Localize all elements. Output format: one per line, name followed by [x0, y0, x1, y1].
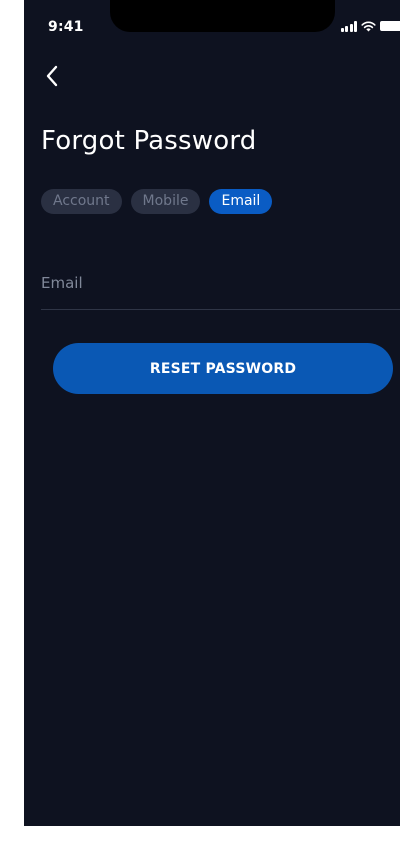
battery-icon [380, 21, 400, 31]
tab-mobile[interactable]: Mobile [130, 189, 201, 214]
status-time: 9:41 [48, 19, 84, 35]
email-input[interactable] [41, 274, 381, 292]
page-title: Forgot Password [41, 126, 257, 156]
back-button[interactable] [38, 62, 66, 90]
reset-password-button[interactable]: RESET PASSWORD [53, 343, 393, 394]
email-underline [41, 309, 400, 310]
status-icons [340, 20, 400, 32]
device-notch [110, 0, 335, 32]
tab-email[interactable]: Email [209, 189, 273, 214]
tab-account[interactable]: Account [41, 189, 122, 214]
wifi-icon [361, 21, 376, 32]
phone-screen: 9:41 Forgot Password Account Mobile Emai… [24, 0, 400, 826]
signal-icon [340, 21, 357, 32]
reset-method-tabs: Account Mobile Email [41, 189, 273, 214]
chevron-left-icon [46, 65, 58, 87]
